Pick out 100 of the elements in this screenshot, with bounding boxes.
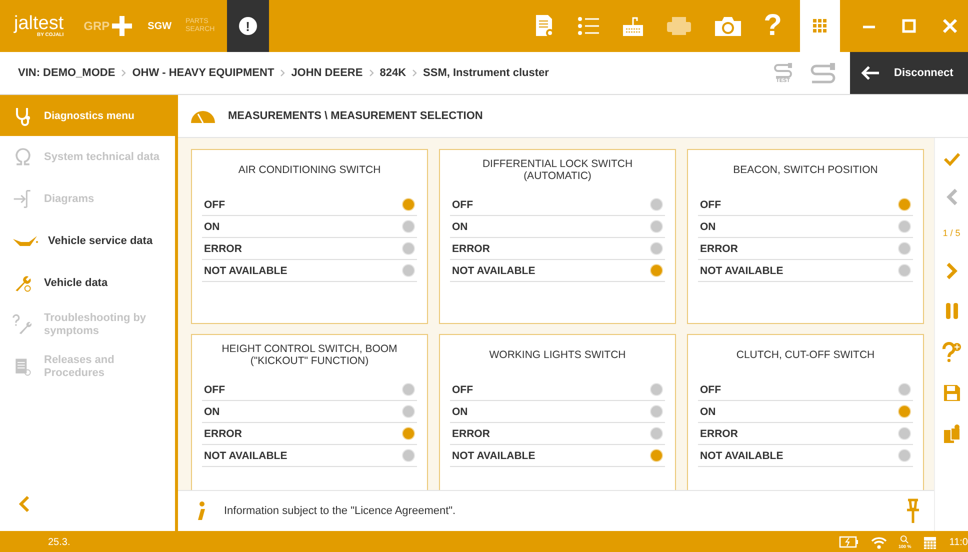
pause-icon[interactable] [944, 302, 958, 320]
version-text: 25.3. [48, 536, 70, 548]
oil-can-icon[interactable] [12, 233, 38, 249]
page-indicator: 1 / 5 [942, 228, 960, 238]
option-row[interactable]: ERROR [450, 238, 665, 260]
clock-text: 11:0 [949, 536, 968, 548]
radio-button[interactable] [402, 383, 415, 396]
option-row[interactable]: NOT AVAILABLE [450, 445, 665, 467]
grid-icon[interactable] [813, 19, 827, 33]
camera-icon[interactable] [714, 15, 742, 37]
previous-icon[interactable] [946, 188, 958, 206]
close-icon[interactable] [942, 18, 958, 34]
option-row[interactable]: OFF [450, 194, 665, 216]
calendar-icon [923, 534, 938, 550]
radio-button[interactable] [898, 427, 911, 440]
option-row[interactable]: ON [698, 401, 913, 423]
radio-button[interactable] [402, 198, 415, 211]
list-icon[interactable] [576, 14, 600, 38]
keyboard-icon[interactable] [622, 15, 644, 37]
option-row[interactable]: NOT AVAILABLE [450, 260, 665, 282]
next-icon[interactable] [946, 262, 958, 280]
radio-button[interactable] [898, 220, 911, 233]
back-arrow-icon [860, 65, 880, 81]
radio-button[interactable] [898, 449, 911, 462]
sidebar-item[interactable]: Vehicle data [44, 276, 108, 290]
option-row[interactable]: NOT AVAILABLE [698, 445, 913, 467]
breadcrumb-item[interactable]: VIN: DEMO_MODE [18, 67, 116, 79]
battery-icon [838, 536, 858, 548]
option-row[interactable]: ERROR [698, 423, 913, 445]
radio-button[interactable] [402, 220, 415, 233]
radio-button[interactable] [402, 405, 415, 418]
option-row[interactable]: NOT AVAILABLE [698, 260, 913, 282]
option-row[interactable]: OFF [450, 379, 665, 401]
radio-button[interactable] [898, 264, 911, 277]
question-plus-icon[interactable] [942, 342, 962, 362]
option-row[interactable]: OFF [202, 379, 417, 401]
radio-button[interactable] [650, 264, 663, 277]
radio-button[interactable] [898, 405, 911, 418]
radio-button[interactable] [650, 405, 663, 418]
radio-button[interactable] [650, 427, 663, 440]
maximize-icon[interactable] [902, 19, 916, 33]
breadcrumb-item[interactable]: JOHN DEERE [291, 67, 363, 79]
breadcrumb-item[interactable]: OHW - HEAVY EQUIPMENT [132, 67, 274, 79]
radio-button[interactable] [650, 449, 663, 462]
radio-button[interactable] [898, 242, 911, 255]
card-title: HEIGHT CONTROL SWITCH, BOOM ("KICKOUT" FUNCTION) [220, 342, 398, 369]
pin-icon[interactable] [906, 498, 920, 524]
option-row[interactable]: OFF [202, 194, 417, 216]
card-title: AIR CONDITIONING SWITCH [237, 163, 382, 178]
info-icon [196, 501, 206, 521]
radio-button[interactable] [402, 449, 415, 462]
option-row[interactable]: OFF [698, 379, 913, 401]
gauge-icon [190, 109, 216, 123]
card-title: CLUTCH, CUT-OFF SWITCH [735, 348, 876, 363]
option-row[interactable]: ERROR [202, 238, 417, 260]
chevron-icon [412, 69, 418, 77]
radio-button[interactable] [402, 427, 415, 440]
option-row[interactable]: ON [698, 216, 913, 238]
printer-icon[interactable] [666, 15, 692, 37]
card-title: DIFFERENTIAL LOCK SWITCH (AUTOMATIC) [481, 157, 634, 184]
radio-button[interactable] [650, 220, 663, 233]
option-row[interactable]: ERROR [202, 423, 417, 445]
chevron-icon [280, 69, 286, 77]
radio-button[interactable] [898, 383, 911, 396]
card-title: BEACON, SWITCH POSITION [732, 163, 879, 178]
magnifier-icon [900, 535, 910, 544]
stethoscope-icon [14, 106, 32, 126]
radio-button[interactable] [650, 242, 663, 255]
panel-title: MEASUREMENTS \ MEASUREMENT SELECTION [228, 110, 483, 122]
option-row[interactable]: ON [450, 216, 665, 238]
disconnect-button[interactable]: Disconnect [850, 52, 968, 94]
option-row[interactable]: ERROR [698, 238, 913, 260]
apps-grid-button[interactable] [800, 0, 840, 52]
document-view-icon[interactable] [534, 14, 554, 38]
radio-button[interactable] [402, 264, 415, 277]
alert-button[interactable]: ! [226, 0, 269, 52]
option-row[interactable]: ERROR [450, 423, 665, 445]
radio-button[interactable] [402, 242, 415, 255]
breadcrumb-item[interactable]: 824K [380, 67, 406, 79]
option-row[interactable]: NOT AVAILABLE [202, 445, 417, 467]
chevron-icon [121, 69, 126, 77]
sidebar-item[interactable]: Vehicle service data [48, 234, 153, 248]
option-row[interactable]: ON [202, 401, 417, 423]
connector-icon[interactable] [810, 62, 836, 84]
option-row[interactable]: OFF [698, 194, 913, 216]
info-text: Information subject to the "Licence Agreement". [224, 505, 456, 517]
save-icon[interactable] [942, 384, 960, 402]
question-wrench-icon[interactable] [12, 314, 34, 336]
documents-icon[interactable] [942, 424, 960, 444]
radio-button[interactable] [898, 198, 911, 211]
option-row[interactable]: NOT AVAILABLE [202, 260, 417, 282]
radio-button[interactable] [650, 198, 663, 211]
check-icon[interactable] [942, 152, 960, 166]
plus-icon[interactable] [110, 14, 134, 38]
connector-icon [774, 62, 792, 78]
option-row[interactable]: ON [450, 401, 665, 423]
radio-button[interactable] [650, 383, 663, 396]
option-row[interactable]: ON [202, 216, 417, 238]
breadcrumb-item[interactable]: SSM, Instrument cluster [423, 67, 549, 79]
back-chevron-icon[interactable] [18, 495, 30, 513]
